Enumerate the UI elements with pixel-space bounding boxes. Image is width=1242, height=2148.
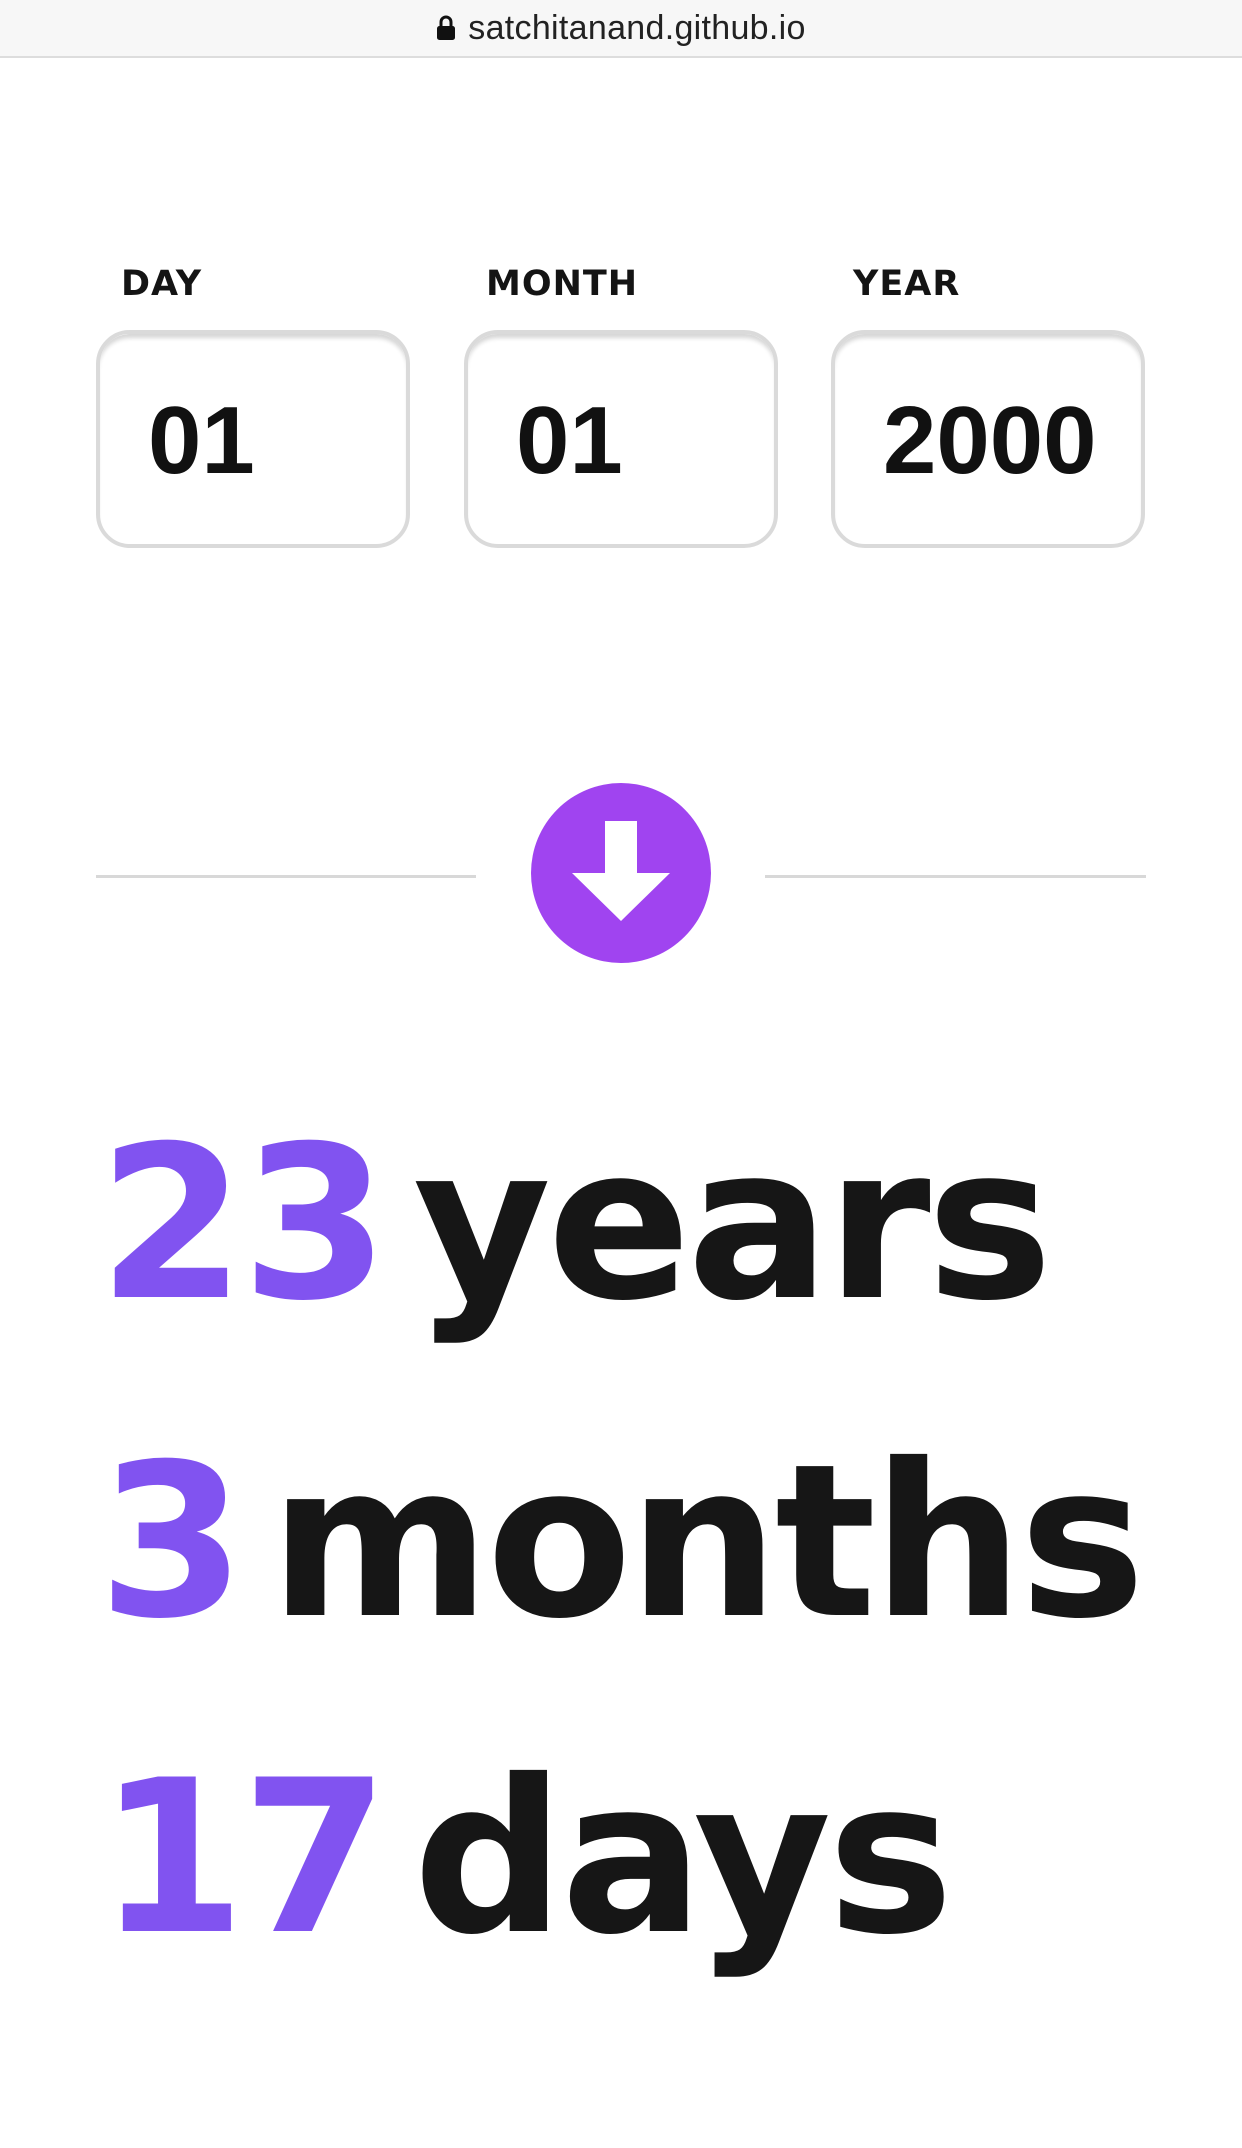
calculate-button[interactable] bbox=[531, 783, 711, 963]
day-input[interactable] bbox=[100, 334, 406, 544]
url-text: satchitanand.github.io bbox=[468, 8, 806, 47]
arrow-down-icon bbox=[572, 821, 670, 921]
result-years: 23 years bbox=[98, 1100, 1053, 1347]
year-field-box bbox=[831, 330, 1145, 548]
days-unit: days bbox=[413, 1734, 954, 1981]
url-container: satchitanand.github.io bbox=[436, 9, 805, 48]
result-months: 3 months bbox=[98, 1418, 1146, 1665]
year-label: YEAR bbox=[853, 264, 961, 304]
month-field-box bbox=[464, 330, 778, 548]
browser-url-bar[interactable]: satchitanand.github.io bbox=[0, 0, 1242, 58]
days-value: 17 bbox=[98, 1734, 389, 1981]
year-input[interactable] bbox=[835, 334, 1141, 544]
result-days: 17 days bbox=[98, 1734, 954, 1981]
day-label: DAY bbox=[121, 264, 203, 304]
months-value: 3 bbox=[98, 1418, 246, 1665]
years-unit: years bbox=[413, 1100, 1053, 1347]
lock-icon bbox=[437, 15, 456, 40]
divider-left bbox=[96, 875, 476, 878]
day-field-box bbox=[96, 330, 410, 548]
month-label: MONTH bbox=[486, 264, 639, 304]
month-input[interactable] bbox=[468, 334, 774, 544]
months-unit: months bbox=[269, 1418, 1146, 1665]
divider-right bbox=[765, 875, 1146, 878]
years-value: 23 bbox=[98, 1100, 389, 1347]
